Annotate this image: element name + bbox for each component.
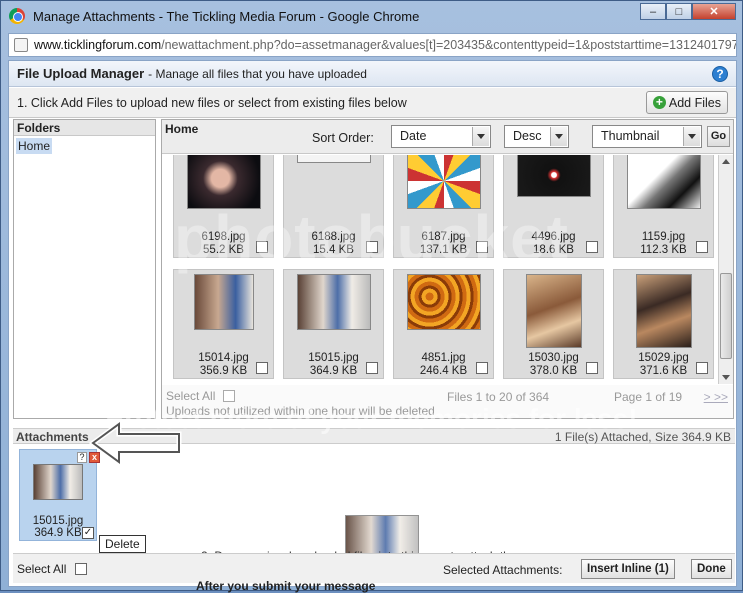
file-select-checkbox[interactable] [256,362,268,374]
file-tile[interactable]: 15014.jpg 356.9 KB [173,269,274,379]
browser-select-all-label: Select All [166,389,216,403]
thumbnail-image [525,274,582,348]
selected-attachments-label: Selected Attachments: [443,563,563,577]
insert-inline-button[interactable]: Insert Inline (1) [581,559,675,579]
window-controls: – □ ✕ [640,3,736,20]
annotation-arrow-icon [89,419,182,467]
url-text[interactable]: www.ticklingforum.com/newattachment.php?… [34,38,737,52]
page-title: File Upload Manager [17,66,145,81]
url-host: www.ticklingforum.com [34,38,162,52]
thumbnail-image [296,155,371,163]
view-mode-select[interactable]: Thumbnail [592,125,702,148]
thumbnail-image [626,155,701,209]
chevron-down-icon [550,127,567,146]
file-select-checkbox[interactable] [476,362,488,374]
instruction-text: 1. Click Add Files to upload new files o… [17,95,407,110]
file-tile[interactable]: 1159.jpg 112.3 KB [613,155,714,258]
chevron-down-icon [472,127,489,146]
thumbnail-image [406,155,481,209]
address-bar[interactable]: www.ticklingforum.com/newattachment.php?… [8,33,737,57]
file-select-checkbox[interactable] [586,241,598,253]
add-files-button[interactable]: + Add Files [645,91,728,114]
attached-file-tile[interactable]: ? x 15015.jpg 364.9 KB ✓ [19,449,100,541]
go-button[interactable]: Go [707,126,730,147]
help-icon[interactable]: ? [77,452,87,463]
file-tile[interactable]: 6187.jpg 137.1 KB [393,155,494,258]
file-tile[interactable]: 15030.jpg 378.0 KB [503,269,604,379]
page-info: Page 1 of 19 [614,390,683,404]
attached-thumbnail [33,464,83,500]
window-title: Manage Attachments - The Tickling Media … [33,8,420,24]
view-mode-value: Thumbnail [601,129,660,143]
file-tile[interactable]: 4851.jpg 246.4 KB [393,269,494,379]
delete-tooltip: Delete [99,535,146,553]
url-path: /newattachment.php?do=assetmanager&value… [161,38,737,52]
scroll-up-icon[interactable] [722,159,730,164]
title-bar: Manage Attachments - The Tickling Media … [1,1,742,31]
thumbnail-image [296,274,371,330]
page-subtitle: - Manage all files that you have uploade… [148,66,367,81]
scroll-down-icon[interactable] [722,375,730,380]
page-content: File Upload Manager - Manage all files t… [8,60,737,587]
upload-manager-header: File Upload Manager - Manage all files t… [9,61,736,87]
thumbnail-image [186,155,261,209]
sort-field-select[interactable]: Date [391,125,491,148]
thumbnail-image [193,274,254,330]
folder-item-home[interactable]: Home [16,138,53,154]
maximize-button[interactable]: □ [666,3,692,20]
attachments-summary: 1 File(s) Attached, Size 364.9 KB [554,430,731,444]
close-window-button[interactable]: ✕ [692,3,736,20]
thumbnail-image [406,274,481,330]
file-tile[interactable]: 6198.jpg 55.2 KB [173,155,274,258]
page-icon [14,38,28,52]
attachments-select-all-checkbox[interactable] [75,563,88,575]
plus-icon: + [652,96,666,109]
folders-heading: Folders [14,120,155,136]
thumbnail-image [516,155,591,197]
file-select-checkbox[interactable] [476,241,488,253]
folders-panel: Folders Home [13,119,156,419]
attachments-select-all[interactable]: Select All [17,562,88,576]
add-files-label: Add Files [668,95,721,110]
attachments-heading: Attachments [16,430,89,444]
chrome-logo-icon [9,8,25,24]
current-folder: Home [165,122,199,136]
file-select-checkbox[interactable] [366,362,378,374]
uploads-note: Uploads not utilized within one hour wil… [166,404,435,418]
browser-toolbar: Home Sort Order: Date Desc Thumbnail Go [162,120,733,154]
attached-file-name: 15015.jpg [32,515,84,527]
scrollbar-thumb[interactable] [720,273,732,359]
file-tile[interactable]: 6188.jpg 15.4 KB [283,155,384,258]
attachments-select-all-label: Select All [17,562,67,576]
file-select-checkbox[interactable] [256,241,268,253]
pagination-links[interactable]: > >> [704,390,728,404]
sort-direction-select[interactable]: Desc [504,125,569,148]
done-button[interactable]: Done [691,559,732,579]
file-select-checkbox[interactable] [696,241,708,253]
file-tile[interactable]: 15029.jpg 371.6 KB [613,269,714,379]
chevron-down-icon [683,127,700,146]
sort-direction-value: Desc [513,129,542,143]
file-browser: Home Sort Order: Date Desc Thumbnail Go … [161,119,734,419]
instruction-bar: 1. Click Add Files to upload new files o… [9,88,736,118]
browser-footer: Select All Files 1 to 20 of 364 Page 1 o… [162,385,733,418]
sort-field-value: Date [400,129,427,143]
thumbnail-image [635,274,692,348]
file-grid-scrollbar[interactable] [718,155,733,384]
attached-file-checkbox[interactable]: ✓ [82,527,94,539]
file-tile[interactable]: 15015.jpg 364.9 KB [283,269,384,379]
file-grid: 6198.jpg 55.2 KB 6188.jpg 15.4 KB 6187.j… [162,155,719,384]
minimize-button[interactable]: – [640,3,666,20]
browser-select-all-checkbox[interactable] [223,390,236,402]
browser-select-all[interactable]: Select All [166,389,236,403]
sort-order-label: Sort Order: [312,131,374,145]
file-select-checkbox[interactable] [586,362,598,374]
file-tile[interactable]: 4496.jpg 18.6 KB [503,155,604,258]
chrome-window: Manage Attachments - The Tickling Media … [0,0,743,593]
files-range: Files 1 to 20 of 364 [447,390,550,404]
file-select-checkbox[interactable] [696,362,708,374]
help-icon[interactable]: ? [712,66,728,82]
file-select-checkbox[interactable] [366,241,378,253]
